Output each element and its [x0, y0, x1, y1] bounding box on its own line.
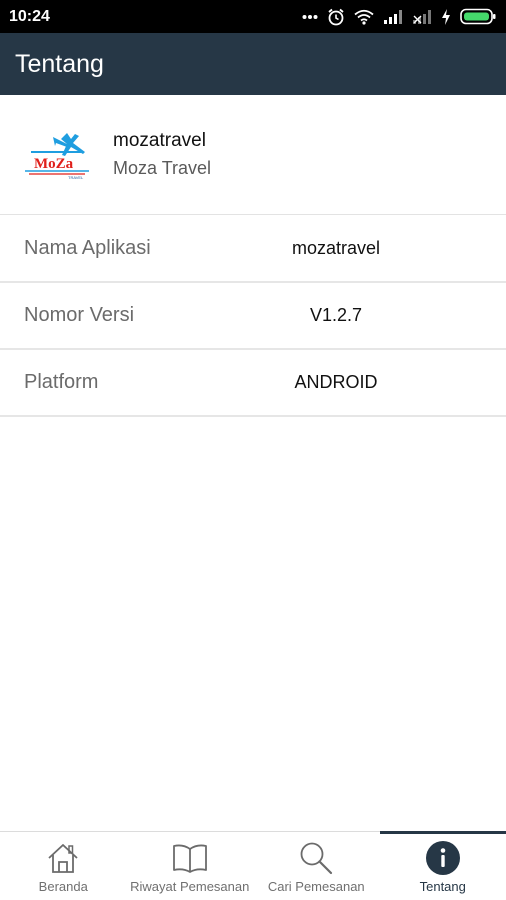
svg-text:MoZa: MoZa — [34, 156, 74, 172]
svg-text:TRAVEL: TRAVEL — [68, 175, 84, 180]
app-subtitle: Moza Travel — [113, 158, 212, 178]
info-row-platform: Platform ANDROID — [0, 350, 506, 417]
info-value: ANDROID — [294, 372, 378, 392]
charging-icon — [442, 8, 450, 25]
info-label: Nama Aplikasi — [24, 237, 151, 259]
info-label: Nomor Versi — [24, 304, 135, 326]
app-bar: Tentang — [0, 33, 506, 95]
bottom-nav: Beranda Riwayat Pemesanan Cari Pemesanan — [0, 831, 506, 900]
nav-label: Beranda — [38, 879, 88, 894]
info-row-app-name: Nama Aplikasi mozatravel — [0, 216, 506, 283]
app-logo: MoZa TRAVEL — [25, 132, 89, 180]
status-time: 10:24 — [9, 7, 50, 25]
signal-icon — [384, 9, 402, 24]
info-value: mozatravel — [291, 238, 381, 258]
info-icon — [425, 841, 460, 875]
info-value: V1.2.7 — [309, 305, 363, 325]
page-title: Tentang — [15, 49, 104, 78]
app-name: mozatravel — [113, 130, 206, 151]
nav-label: Riwayat Pemesanan — [130, 879, 250, 894]
more-dots-icon — [302, 14, 318, 19]
search-icon — [300, 842, 333, 875]
nav-item-tentang[interactable]: Tentang — [379, 831, 506, 900]
home-icon — [48, 844, 78, 873]
app-info-header: MoZa TRAVEL mozatravel Moza Travel — [0, 95, 506, 215]
wifi-icon — [354, 9, 374, 25]
nav-item-cari-pemesanan[interactable]: Cari Pemesanan — [253, 832, 380, 900]
book-icon — [172, 844, 207, 873]
nav-label: Cari Pemesanan — [267, 879, 365, 894]
status-icons — [302, 8, 496, 26]
app-names: mozatravel Moza Travel — [113, 127, 211, 182]
app-info-list: Nama Aplikasi mozatravel Nomor Versi V1.… — [0, 216, 506, 417]
no-signal-icon — [413, 9, 431, 24]
alarm-icon — [328, 8, 344, 25]
nav-item-beranda[interactable]: Beranda — [0, 832, 127, 900]
info-label: Platform — [24, 371, 99, 393]
info-row-version: Nomor Versi V1.2.7 — [0, 283, 506, 350]
status-bar: 10:24 — [0, 0, 506, 33]
nav-item-riwayat-pemesanan[interactable]: Riwayat Pemesanan — [127, 832, 254, 900]
nav-label: Tentang — [419, 879, 466, 894]
battery-icon — [460, 8, 496, 25]
